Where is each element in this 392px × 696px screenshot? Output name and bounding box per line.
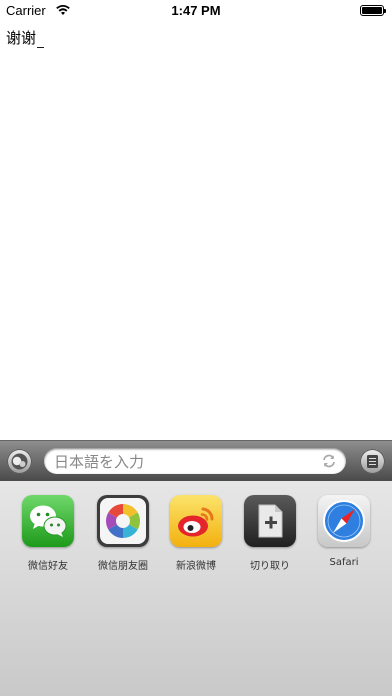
share-safari[interactable]: Safari (309, 495, 379, 568)
share-label: 微信好友 (28, 561, 68, 572)
input-bar (0, 440, 392, 481)
clock: 1:47 PM (171, 3, 221, 18)
text-content[interactable]: 谢谢 (6, 27, 45, 48)
text-caret (37, 33, 45, 48)
clip-icon (244, 495, 296, 547)
document-text: 谢谢 (6, 29, 37, 47)
text-field (44, 448, 346, 474)
share-label: Safari (329, 557, 359, 568)
share-label: 新浪微博 (176, 561, 216, 572)
share-wechat-friends[interactable]: 微信好友 (13, 495, 83, 572)
notebook-button[interactable] (360, 449, 385, 474)
share-wechat-moments[interactable]: 微信朋友圈 (88, 495, 158, 572)
shape-icon (11, 453, 28, 470)
battery-icon (360, 5, 386, 16)
japanese-input[interactable] (52, 450, 316, 474)
notebook-icon (367, 455, 378, 468)
moments-icon (97, 495, 149, 547)
share-panel: 微信好友 微信朋友圈 新浪微博 切り取り Safari (0, 481, 392, 696)
safari-icon (318, 495, 370, 547)
shape-button[interactable] (7, 449, 32, 474)
wechat-icon (22, 495, 74, 547)
status-bar: Carrier 1:47 PM (0, 0, 392, 22)
weibo-icon (170, 495, 222, 547)
refresh-icon[interactable] (321, 453, 337, 469)
share-label: 微信朋友圈 (98, 561, 148, 572)
share-clip[interactable]: 切り取り (235, 495, 305, 572)
share-sina-weibo[interactable]: 新浪微博 (161, 495, 231, 572)
share-label: 切り取り (250, 561, 290, 572)
